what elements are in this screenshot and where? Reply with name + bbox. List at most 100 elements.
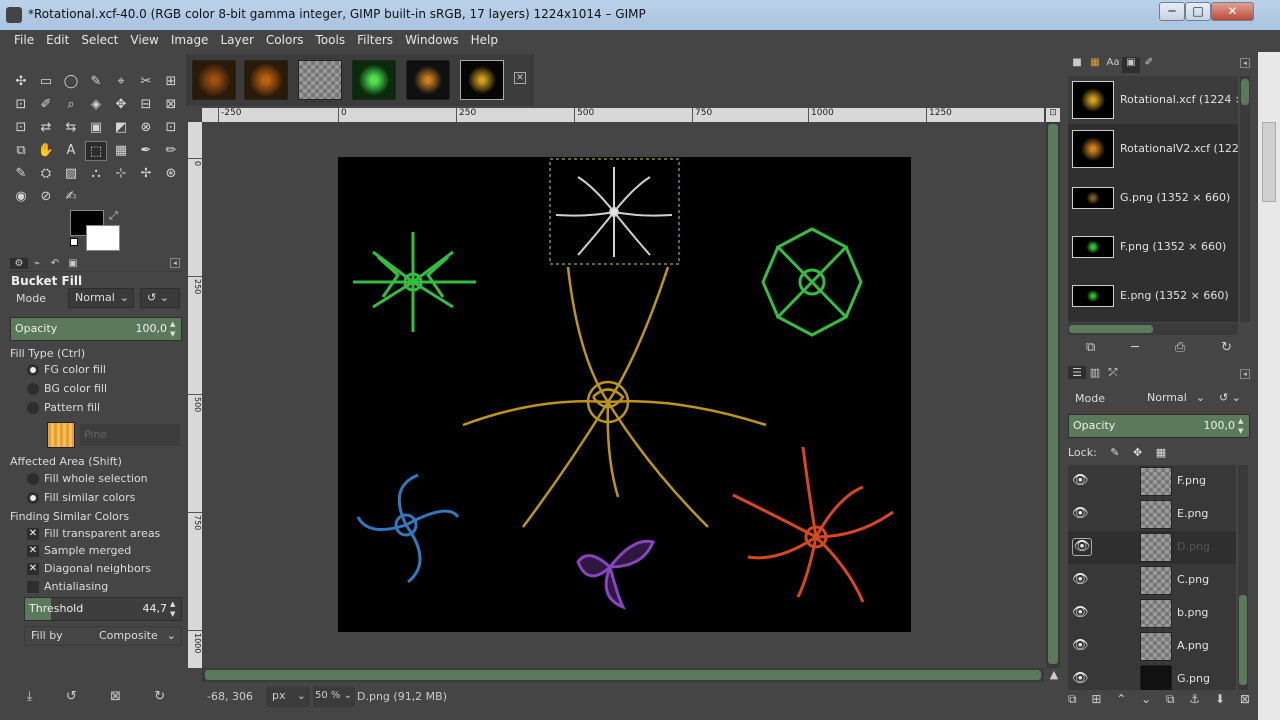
tool-button[interactable]: ▣ [85, 118, 107, 138]
tool-button[interactable]: ◩ [110, 118, 132, 138]
tool-button[interactable]: ✢ [135, 164, 157, 184]
tool-button[interactable]: ⊡ [10, 95, 32, 115]
default-colors-icon[interactable] [70, 238, 78, 246]
lock-pixels-icon[interactable]: ✎ [1110, 446, 1119, 459]
mode-reset-select[interactable]: ↺ ⌄ [140, 288, 180, 308]
reset-options-icon[interactable]: ↻ [154, 689, 165, 704]
navigate-icon[interactable]: ▲ [1048, 668, 1060, 681]
zoom-select[interactable]: 50 % ⌄ [313, 687, 355, 707]
menu-view[interactable]: View [124, 30, 164, 52]
visibility-eye-icon[interactable]: 👁 [1072, 605, 1092, 620]
save-options-icon[interactable]: ⤓ [27, 689, 33, 704]
layer-row[interactable]: 👁 G.png [1068, 663, 1236, 690]
tool-options-tab-icon[interactable]: ⚙ [10, 258, 28, 269]
opacity-slider[interactable]: Opacity 100,0 ▲ ▼ [10, 317, 182, 341]
window-scroll-thumb[interactable] [1262, 122, 1276, 202]
layers-menu-icon[interactable]: ◂ [1240, 369, 1250, 379]
layer-row[interactable]: 👁 E.png [1068, 498, 1236, 531]
tool-button[interactable]: ⊗ [135, 118, 157, 138]
menu-filters[interactable]: Filters [351, 30, 399, 52]
tool-button[interactable]: ⊡ [160, 118, 182, 138]
fill-whole-selection-radio[interactable] [27, 473, 39, 485]
tool-button[interactable]: ✂ [135, 72, 157, 92]
layers-scrollbar[interactable] [1238, 465, 1248, 690]
image-list-item[interactable]: G.png (1352 × 660) [1068, 174, 1238, 222]
tool-button[interactable]: ⊞ [160, 72, 182, 92]
fill-transparent-checkbox[interactable]: ✕ [27, 528, 39, 540]
unit-select[interactable]: px ⌄ [266, 687, 310, 707]
new-display-icon[interactable]: ─ [1131, 340, 1139, 355]
threshold-spin-icon[interactable]: ▲ ▼ [170, 599, 180, 619]
images-tab-icon[interactable]: ▣ [64, 258, 82, 269]
image-tab-thumb[interactable] [192, 60, 236, 100]
lock-alpha-icon[interactable]: ▦ [1156, 446, 1166, 459]
delete-options-icon[interactable]: ⊠ [110, 689, 121, 704]
menu-layer[interactable]: Layer [214, 30, 259, 52]
threshold-slider[interactable]: Threshold 44,7 ▲ ▼ [24, 597, 182, 621]
menu-help[interactable]: Help [465, 30, 504, 52]
antialiasing-checkbox[interactable] [27, 581, 39, 593]
diagonal-neighbors-checkbox[interactable]: ✕ [27, 563, 39, 575]
opacity-spin-icon[interactable]: ▲ ▼ [170, 319, 180, 339]
tool-button[interactable]: ⧉ [10, 141, 32, 161]
swap-colors-icon[interactable]: ⤢ [109, 209, 118, 223]
refresh-icon[interactable]: ↻ [1221, 340, 1232, 355]
layer-mode-reset-select[interactable]: ↺ ⌄ [1212, 388, 1248, 408]
image-canvas[interactable] [338, 157, 911, 632]
visibility-eye-icon[interactable]: 👁 [1072, 473, 1092, 488]
tool-button[interactable]: ⊟ [135, 95, 157, 115]
pattern-tab-icon[interactable]: ▦ [1086, 57, 1104, 73]
tool-button[interactable]: ◯ [60, 72, 82, 92]
menu-file[interactable]: File [8, 30, 40, 52]
tool-button[interactable]: ⛭ [35, 164, 57, 184]
sample-merged-checkbox[interactable]: ✕ [27, 545, 39, 557]
tool-button[interactable]: ▦ [110, 141, 132, 161]
quick-mask-icon[interactable]: ⊡ [1046, 108, 1060, 122]
image-tab-thumb[interactable] [352, 60, 396, 100]
tool-button[interactable]: ✣ [10, 72, 32, 92]
tool-button[interactable]: ✋ [35, 141, 57, 161]
images-list-scrollbar[interactable] [1240, 76, 1250, 322]
maximize-button[interactable]: □ [1185, 2, 1211, 21]
images-tab-icon[interactable]: ▣ [1122, 57, 1140, 73]
layer-row[interactable]: 👁 F.png [1068, 465, 1236, 498]
menu-select[interactable]: Select [75, 30, 124, 52]
device-status-tab-icon[interactable]: ⌁ [28, 258, 46, 269]
fill-similar-colors-radio[interactable] [27, 492, 39, 504]
fill-by-select[interactable]: Fill by Composite ⌄ [24, 626, 182, 646]
images-list-hscroll-thumb[interactable] [1069, 325, 1153, 333]
anchor-layer-icon[interactable]: ⚓ [1189, 692, 1200, 707]
layer-row[interactable]: 👁 b.png [1068, 597, 1236, 630]
image-list-item[interactable]: F.png (1352 × 660) [1068, 223, 1238, 271]
undo-history-tab-icon[interactable]: ↶ [46, 258, 64, 269]
tool-button[interactable]: ⊡ [10, 118, 32, 138]
layer-opacity-slider[interactable]: Opacity 100,0 ▲ ▼ [1068, 414, 1250, 438]
tool-button[interactable]: ✎ [85, 72, 107, 92]
tool-button[interactable]: ⌖ [110, 72, 132, 92]
visibility-eye-icon[interactable]: 👁 [1072, 638, 1092, 653]
tool-button[interactable]: ◉ [10, 187, 32, 207]
tool-button[interactable]: ◈ [85, 95, 107, 115]
visibility-eye-icon[interactable]: 👁 [1072, 506, 1092, 521]
tool-button[interactable]: ✐ [35, 95, 57, 115]
bg-color-fill-radio[interactable] [27, 383, 39, 395]
tool-button[interactable]: ⬚ [85, 141, 107, 161]
fg-color-fill-radio[interactable] [27, 364, 39, 376]
close-button[interactable]: ✕ [1211, 2, 1254, 21]
tool-button[interactable]: ▨ [60, 164, 82, 184]
menu-edit[interactable]: Edit [40, 30, 75, 52]
vertical-scroll-thumb[interactable] [1048, 124, 1058, 664]
delete-layer-icon[interactable]: ⊠ [1240, 692, 1250, 707]
tool-button[interactable]: ▭ [35, 72, 57, 92]
images-list-hscrollbar[interactable] [1068, 323, 1238, 335]
close-tab-icon[interactable]: ✕ [514, 72, 526, 84]
restore-options-icon[interactable]: ↺ [66, 689, 77, 704]
tool-options-menu-icon[interactable]: ◂ [170, 258, 180, 268]
pattern-fill-radio[interactable] [27, 402, 39, 414]
raise-layer-icon[interactable]: ⌃ [1116, 692, 1126, 707]
font-tab-icon[interactable]: Aa [1104, 57, 1122, 73]
delete-image-icon[interactable]: ⎙ [1175, 340, 1185, 355]
new-layer-icon[interactable]: ⧉ [1068, 692, 1077, 707]
channels-tab-icon[interactable]: ▥ [1086, 366, 1104, 379]
minimize-button[interactable]: ─ [1159, 2, 1185, 21]
